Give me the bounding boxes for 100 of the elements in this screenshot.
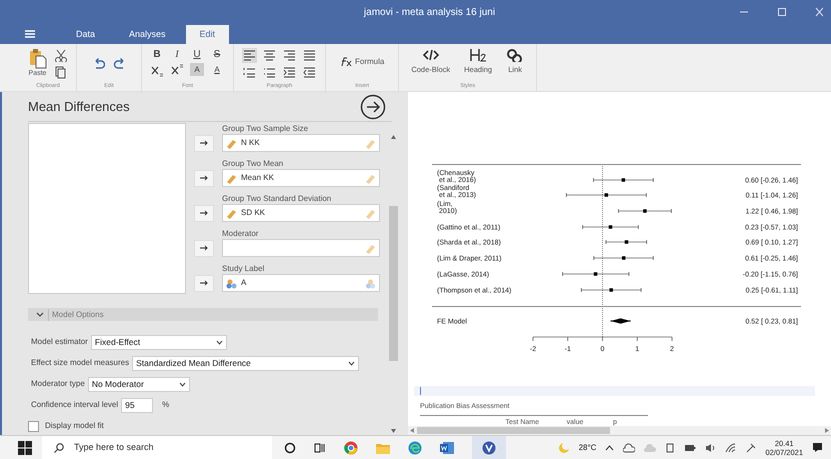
point-estimate bbox=[609, 288, 613, 292]
justify-icon bbox=[303, 49, 316, 62]
wifi-icon[interactable] bbox=[725, 442, 736, 452]
error-bar bbox=[581, 288, 642, 292]
align-center-button[interactable] bbox=[262, 48, 277, 63]
arrow-button[interactable] bbox=[194, 204, 214, 222]
app-icon[interactable] bbox=[482, 440, 496, 454]
field-label: Study Label bbox=[222, 263, 266, 274]
field-label: Group Two Standard Deviation bbox=[222, 193, 332, 204]
align-right-icon bbox=[283, 49, 296, 62]
ruler-icon bbox=[226, 172, 237, 184]
dropdown[interactable]: No Moderator bbox=[88, 376, 190, 392]
search-field[interactable]: Type here to search bbox=[42, 436, 272, 459]
scroll-right-icon[interactable] bbox=[825, 428, 829, 433]
scroll-up-icon[interactable] bbox=[391, 135, 396, 139]
link-icon bbox=[506, 48, 524, 62]
close-icon[interactable] bbox=[815, 7, 824, 17]
underline-button[interactable]: U bbox=[190, 48, 204, 61]
strikethrough-button[interactable]: S bbox=[210, 48, 224, 61]
point-estimate bbox=[604, 193, 608, 197]
weather-text[interactable]: 28°C bbox=[578, 442, 596, 454]
dropdown[interactable]: Standardized Mean Difference bbox=[132, 356, 360, 370]
maximize-icon[interactable] bbox=[777, 7, 788, 17]
checkbox[interactable] bbox=[28, 420, 39, 432]
browser-icon[interactable] bbox=[344, 440, 358, 454]
circle-icon[interactable] bbox=[284, 442, 296, 454]
point-estimate bbox=[594, 272, 598, 276]
nominal-icon bbox=[365, 278, 376, 289]
heading-icon bbox=[469, 48, 488, 62]
cloud-icon[interactable] bbox=[623, 442, 636, 452]
formula-button[interactable]: Formula bbox=[340, 56, 384, 68]
error-bar bbox=[582, 224, 639, 230]
window-title: jamovi - meta analysis 16 juni bbox=[364, 6, 496, 20]
search-icon bbox=[54, 442, 64, 452]
option-label: Effect size model measures bbox=[31, 357, 130, 369]
error-bar bbox=[562, 272, 630, 276]
option-label: Model estimator bbox=[31, 336, 88, 348]
tab[interactable]: Analyses bbox=[115, 25, 180, 44]
number-field[interactable]: 95 bbox=[121, 398, 154, 412]
scissors-button[interactable] bbox=[53, 48, 68, 63]
device-icon[interactable] bbox=[665, 442, 676, 452]
outdent-button[interactable] bbox=[302, 65, 317, 80]
circled-arrow-button[interactable] bbox=[360, 94, 386, 120]
field-label: Group Two Sample Size bbox=[222, 123, 310, 134]
scroll-down-icon[interactable] bbox=[391, 429, 396, 433]
chevron-down-icon bbox=[348, 360, 356, 366]
arrow-icon bbox=[200, 280, 208, 286]
variable-field[interactable]: A bbox=[222, 274, 380, 292]
variable-field[interactable]: N KK bbox=[222, 134, 380, 152]
ruler-icon bbox=[226, 208, 237, 219]
numbered-list-button[interactable] bbox=[242, 65, 257, 80]
text-color-button[interactable]: A bbox=[210, 63, 224, 76]
windows-icon[interactable] bbox=[18, 440, 32, 454]
point-estimate bbox=[622, 256, 626, 260]
align-right-button[interactable] bbox=[282, 48, 297, 63]
variable-field[interactable] bbox=[222, 239, 380, 258]
highlight-button[interactable]: A bbox=[190, 63, 204, 76]
tab[interactable]: Edit bbox=[186, 25, 230, 44]
tab[interactable]: Data bbox=[62, 25, 110, 44]
justify-button[interactable] bbox=[302, 48, 317, 63]
ruler-icon bbox=[365, 208, 376, 219]
arrow-button[interactable] bbox=[194, 274, 214, 292]
unit-label: % bbox=[162, 399, 170, 411]
field-label: Group Two Mean bbox=[222, 158, 284, 170]
arrow-button[interactable] bbox=[194, 134, 214, 152]
error-bar bbox=[618, 208, 672, 214]
scrollbar-thumb[interactable] bbox=[389, 206, 398, 361]
notification-icon[interactable] bbox=[812, 442, 823, 453]
text-cursor bbox=[420, 387, 421, 395]
arrow-button[interactable] bbox=[194, 170, 214, 187]
variable-field[interactable]: Mean KK bbox=[222, 169, 380, 188]
chevron-up-icon[interactable] bbox=[605, 444, 614, 450]
pen-icon[interactable] bbox=[745, 442, 756, 452]
task-view-icon[interactable] bbox=[314, 442, 326, 454]
italic-button[interactable]: I bbox=[170, 48, 184, 61]
copy-button[interactable] bbox=[53, 65, 68, 80]
dropdown[interactable]: Fixed-Effect bbox=[90, 334, 227, 350]
document-app-icon[interactable] bbox=[440, 440, 454, 454]
scrollbar-thumb[interactable] bbox=[417, 427, 610, 434]
bold-button[interactable]: B bbox=[150, 48, 164, 61]
numbered-list-icon bbox=[243, 66, 256, 79]
point-estimate bbox=[622, 178, 626, 182]
align-left-button[interactable] bbox=[242, 48, 257, 63]
variable-field[interactable]: SD KK bbox=[222, 204, 380, 222]
browser-icon[interactable] bbox=[408, 440, 422, 454]
chevron-down-icon bbox=[178, 382, 186, 386]
indent-button[interactable] bbox=[282, 65, 297, 80]
arrow-button[interactable] bbox=[194, 240, 214, 257]
bullet-list-icon bbox=[263, 66, 276, 79]
code-icon bbox=[422, 48, 440, 62]
arrow-icon bbox=[200, 175, 208, 182]
chevron-down-icon bbox=[216, 340, 223, 344]
battery-icon[interactable] bbox=[684, 444, 696, 452]
speaker-icon[interactable] bbox=[705, 442, 716, 452]
scroll-left-icon[interactable] bbox=[410, 428, 414, 433]
summary-diamond bbox=[610, 318, 631, 324]
option-label: Moderator type bbox=[31, 378, 85, 390]
nominal-icon bbox=[226, 278, 237, 289]
menu-icon[interactable] bbox=[24, 29, 36, 39]
chevron-icon bbox=[36, 312, 44, 318]
